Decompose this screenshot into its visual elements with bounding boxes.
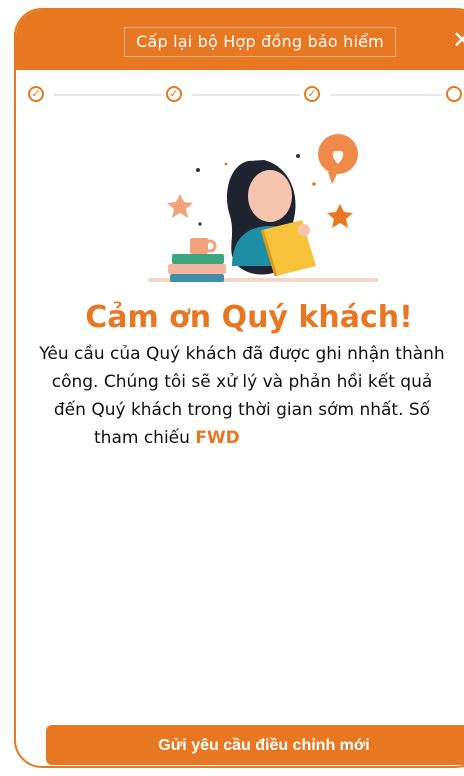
modal-frame: Cấp lại bộ Hợp đồng bảo hiểm ✕ ✓ ✓ ✓ (14, 8, 464, 768)
thank-you-heading: Cảm ơn Quý khách! (85, 300, 413, 335)
step-line (330, 94, 442, 96)
check-circle-icon: ✓ (166, 86, 182, 102)
thank-you-illustration (148, 134, 378, 282)
step-line (192, 94, 300, 96)
check-circle-icon: ✓ (304, 86, 320, 102)
confirmation-message: Yêu cầu của Quý khách đã được ghi nhận t… (32, 340, 452, 452)
reference-label: FWD (195, 428, 240, 448)
progress-stepper: ✓ ✓ ✓ (16, 70, 464, 120)
check-circle-icon: ✓ (28, 86, 44, 102)
circle-icon (446, 86, 462, 102)
close-icon[interactable]: ✕ (452, 26, 464, 54)
reference-prefix: tham chiếu (94, 428, 190, 448)
message-line: công. Chúng tôi sẽ xử lý và phản hồi kết… (51, 372, 433, 392)
message-line: Yêu cầu của Quý khách đã được ghi nhận t… (39, 344, 445, 364)
step-line (54, 94, 161, 96)
modal-header: Cấp lại bộ Hợp đồng bảo hiểm ✕ (16, 10, 464, 70)
modal-title: Cấp lại bộ Hợp đồng bảo hiểm (124, 27, 396, 57)
submit-new-request-button[interactable]: Gửi yêu cầu điều chỉnh mới (46, 725, 464, 765)
message-line: đến Quý khách trong thời gian sớm nhất. … (53, 400, 431, 420)
reference-line: tham chiếu FWD (32, 424, 452, 452)
